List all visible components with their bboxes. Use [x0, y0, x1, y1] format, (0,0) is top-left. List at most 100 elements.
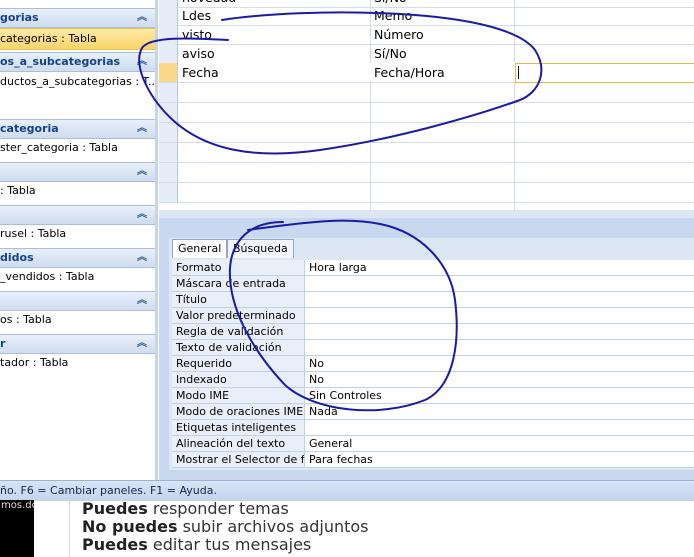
property-row[interactable]: Mostrar el Selector de fe Para fechas [172, 452, 694, 468]
nav-item-table[interactable]: tador : Tabla [0, 353, 155, 373]
property-value[interactable]: Hora larga [309, 260, 367, 275]
row-selector[interactable] [159, 83, 178, 102]
nav-item-table[interactable]: os : Tabla [0, 310, 155, 330]
nav-group-header[interactable]: gorias ︽ [0, 8, 155, 28]
nav-group-header[interactable]: ︽ [0, 205, 155, 225]
nav-group-label: gorias [0, 11, 39, 24]
field-name[interactable]: Fecha [182, 63, 219, 82]
properties-table: Formato Hora larga Máscara de entrada Tít… [172, 260, 694, 468]
property-label: Máscara de entrada [172, 276, 305, 291]
property-label: Requerido [172, 356, 305, 371]
permission-status: No puedes [82, 517, 178, 536]
property-value[interactable]: Para fechas [309, 452, 373, 467]
field-name[interactable]: Ldes [182, 6, 211, 25]
property-label: Modo de oraciones IME [172, 404, 305, 419]
nav-group-label: r [0, 337, 6, 350]
property-label: Modo IME [172, 388, 305, 403]
chevron-up-icon[interactable]: ︽ [137, 53, 147, 71]
row-selector[interactable] [159, 6, 178, 25]
property-row[interactable]: Modo de oraciones IME Nada [172, 404, 694, 420]
property-row[interactable]: Modo IME Sin Controles [172, 388, 694, 404]
forum-permission-line: No puedes subir archivos adjuntos [82, 518, 369, 536]
nav-group-header[interactable]: os_a_subcategorias ︽ [0, 52, 155, 72]
chevron-up-icon[interactable]: ︽ [137, 335, 147, 353]
field-data-type[interactable]: Memo [374, 6, 412, 25]
property-value[interactable]: Sin Controles [309, 388, 382, 403]
nav-item-table[interactable]: ster_categoria : Tabla [0, 138, 155, 158]
chevron-up-icon[interactable]: ︽ [137, 292, 147, 310]
description-cell[interactable] [515, 63, 694, 83]
row-selector-active[interactable] [159, 63, 178, 82]
properties-sheet: General Búsqueda Formato Hora larga Másca… [169, 238, 694, 470]
field-data-type[interactable]: Número [374, 25, 424, 44]
property-row[interactable]: Indexado No [172, 372, 694, 388]
text-cursor [518, 66, 519, 79]
nav-group-header[interactable]: ︽ [0, 291, 155, 311]
nav-group-header[interactable]: ︽ [0, 162, 155, 182]
chevron-up-icon[interactable]: ︽ [137, 120, 147, 138]
empty-field-row[interactable] [159, 83, 694, 103]
grid-splitter[interactable] [159, 210, 694, 218]
property-row[interactable]: Título [172, 292, 694, 308]
nav-pane-scrollbar[interactable] [155, 0, 158, 480]
row-selector[interactable] [159, 103, 178, 122]
property-value[interactable]: No [309, 372, 324, 387]
empty-field-row[interactable] [159, 103, 694, 123]
nav-group-header[interactable]: categoria ︽ [0, 119, 155, 139]
permission-status: Puedes [82, 535, 148, 554]
field-row[interactable]: aviso Sí/No [159, 44, 694, 64]
nav-item-table[interactable]: categorias : Tabla [0, 28, 155, 50]
row-selector[interactable] [159, 143, 178, 162]
row-selector[interactable] [159, 44, 178, 63]
chevron-up-icon[interactable]: ︽ [137, 163, 147, 181]
nav-item-table[interactable]: : Tabla [0, 181, 155, 201]
nav-item-table[interactable]: _vendidos : Tabla [0, 267, 155, 287]
row-selector[interactable] [159, 25, 178, 44]
chevron-up-icon[interactable]: ︽ [137, 249, 147, 267]
chevron-up-icon[interactable]: ︽ [137, 206, 147, 224]
field-name[interactable]: visto [182, 25, 212, 44]
tab-general[interactable]: General [172, 239, 228, 258]
field-name[interactable]: aviso [182, 44, 215, 63]
nav-item-table[interactable]: ductos_a_subcategorias : T... [0, 72, 155, 92]
property-label: Título [172, 292, 305, 307]
property-label: Texto de validación [172, 340, 305, 355]
empty-field-row[interactable] [159, 143, 694, 163]
row-selector[interactable] [159, 163, 178, 182]
property-value[interactable]: Nada [309, 404, 338, 419]
row-selector[interactable] [159, 123, 178, 142]
field-row[interactable]: visto Número [159, 25, 694, 45]
field-properties-panel: General Búsqueda Formato Hora larga Másca… [159, 218, 694, 480]
property-row[interactable]: Alineación del texto General [172, 436, 694, 452]
field-data-type[interactable]: Fecha/Hora [374, 63, 445, 82]
property-row[interactable]: Texto de validación [172, 340, 694, 356]
property-row[interactable]: Requerido No [172, 356, 694, 372]
field-data-type[interactable]: Sí/No [374, 44, 407, 63]
nav-group-label: os_a_subcategorias [0, 55, 121, 68]
empty-field-row[interactable] [159, 163, 694, 183]
property-row[interactable]: Máscara de entrada [172, 276, 694, 292]
tab-busqueda[interactable]: Búsqueda [227, 239, 294, 258]
property-label: Alineación del texto [172, 436, 305, 451]
permission-text: responder temas [147, 499, 289, 518]
property-value[interactable]: No [309, 356, 324, 371]
property-row[interactable]: Regla de validación [172, 324, 694, 340]
chevron-up-icon[interactable]: ︽ [137, 9, 147, 27]
status-text: ño. F6 = Cambiar paneles. F1 = Ayuda. [0, 484, 217, 497]
property-row[interactable]: Formato Hora larga [172, 260, 694, 276]
nav-group-header[interactable]: didos ︽ [0, 248, 155, 268]
property-value[interactable]: General [309, 436, 352, 451]
nav-group-header[interactable]: r ︽ [0, 334, 155, 354]
empty-field-row[interactable] [159, 183, 694, 203]
field-row[interactable]: Ldes Memo [159, 6, 694, 26]
navigation-pane: gorias ︽ categorias : Tabla os_a_subcate… [0, 0, 156, 480]
nav-group-label: categoria [0, 122, 59, 135]
property-row[interactable]: Etiquetas inteligentes [172, 420, 694, 436]
table-design-grid: novedad Sí/No Ldes Memo visto Número avi… [159, 0, 694, 210]
forum-permission-line: Puedes responder temas [82, 500, 289, 518]
row-selector[interactable] [159, 183, 178, 202]
property-row[interactable]: Valor predeterminado [172, 308, 694, 324]
nav-item-table[interactable]: rusel : Tabla [0, 224, 155, 244]
empty-field-row[interactable] [159, 123, 694, 143]
field-row-active[interactable]: Fecha Fecha/Hora [159, 63, 694, 83]
